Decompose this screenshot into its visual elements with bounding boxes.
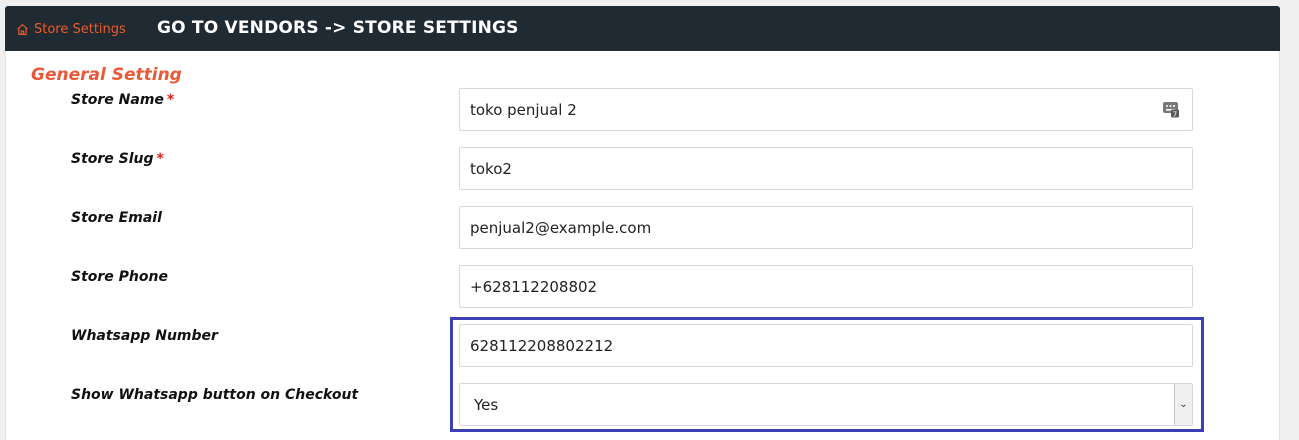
required-mark: *: [156, 151, 164, 167]
section-title: General Setting: [31, 65, 182, 85]
page-title: GO TO VENDORS -> STORE SETTINGS: [157, 18, 519, 38]
settings-panel: General Setting Store Name* 7 Store Slug…: [5, 51, 1280, 440]
whatsapp-number-label: Whatsapp Number: [71, 328, 218, 344]
show-whatsapp-selected-value: Yes: [474, 395, 499, 414]
show-whatsapp-select[interactable]: Yes ⌄: [459, 383, 1193, 426]
store-name-field-wrap: 7: [459, 88, 1193, 131]
chevron-down-icon: ⌄: [1179, 399, 1188, 410]
svg-text:7: 7: [1173, 110, 1177, 118]
breadcrumb-label: Store Settings: [34, 21, 126, 37]
store-slug-label-text: Store Slug: [71, 151, 154, 167]
store-phone-label: Store Phone: [71, 269, 168, 285]
top-bar: Store Settings GO TO VENDORS -> STORE SE…: [5, 6, 1280, 51]
store-email-input[interactable]: [459, 206, 1193, 249]
required-mark: *: [166, 92, 175, 108]
breadcrumb-store-settings[interactable]: Store Settings: [16, 20, 126, 38]
show-whatsapp-label: Show Whatsapp button on Checkout: [71, 387, 359, 403]
home-icon: [17, 23, 28, 35]
whatsapp-number-input[interactable]: [459, 324, 1193, 367]
store-phone-input[interactable]: [459, 265, 1193, 308]
store-name-label: Store Name *: [71, 92, 174, 108]
store-slug-label: Store Slug *: [71, 151, 164, 167]
store-name-label-text: Store Name: [71, 92, 164, 108]
select-dropdown-button[interactable]: ⌄: [1174, 384, 1192, 425]
keyboard-icon[interactable]: 7: [1162, 100, 1180, 118]
store-name-input[interactable]: [459, 88, 1193, 131]
store-email-label: Store Email: [71, 210, 162, 226]
store-slug-input[interactable]: [459, 147, 1193, 190]
